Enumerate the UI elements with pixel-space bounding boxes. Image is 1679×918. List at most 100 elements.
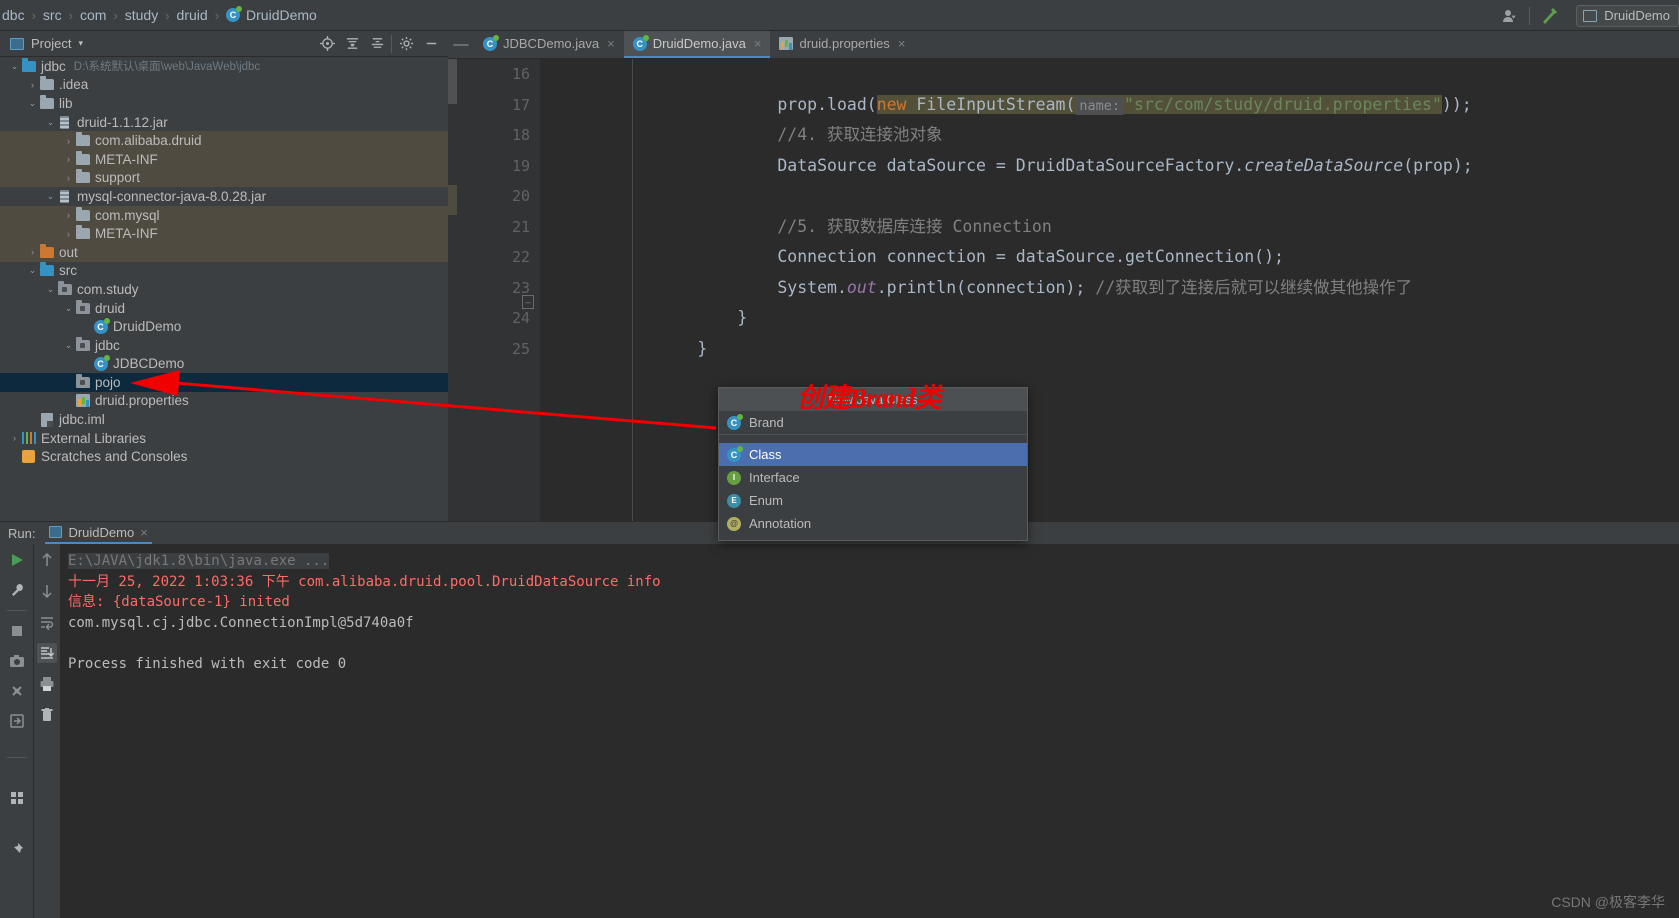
thread-dump-icon[interactable] bbox=[7, 681, 27, 701]
trash-icon[interactable] bbox=[37, 705, 57, 725]
breadcrumb-item-1[interactable]: src bbox=[36, 7, 69, 23]
tree-node-jdbc[interactable]: ⌄ jdbc bbox=[0, 336, 448, 355]
tree-node-com-alibaba-druid[interactable]: › com.alibaba.druid bbox=[0, 131, 448, 150]
tree-node-label: druid bbox=[95, 300, 126, 316]
chevron-icon[interactable]: › bbox=[26, 80, 39, 90]
tree-node-druid[interactable]: ⌄ druid bbox=[0, 299, 448, 318]
build-hammer-icon[interactable] bbox=[1530, 0, 1568, 31]
tab-jdbcdemo[interactable]: C JDBCDemo.java × bbox=[474, 31, 624, 58]
tree-node-druid-properties[interactable]: druid.properties bbox=[0, 392, 448, 411]
chevron-icon[interactable]: › bbox=[62, 229, 75, 239]
print-icon[interactable] bbox=[37, 674, 57, 694]
collapse-all-icon[interactable] bbox=[366, 33, 388, 55]
pin-icon[interactable] bbox=[7, 840, 27, 860]
breadcrumb-item-0[interactable]: dbc bbox=[0, 7, 32, 23]
chevron-icon[interactable]: › bbox=[62, 210, 75, 220]
rerun-icon[interactable] bbox=[7, 550, 27, 570]
code-fold-marker[interactable]: – bbox=[522, 295, 534, 309]
tree-node-druid-1-1-12-jar[interactable]: ⌄ druid-1.1.12.jar bbox=[0, 113, 448, 132]
close-icon[interactable]: × bbox=[754, 36, 762, 51]
run-tab-druiddemo[interactable]: DruidDemo × bbox=[45, 522, 152, 544]
properties-icon bbox=[75, 393, 90, 408]
tree-node-mysql-connector-java-8-0-28-jar[interactable]: ⌄ mysql-connector-java-8.0.28.jar bbox=[0, 187, 448, 206]
locate-icon[interactable] bbox=[316, 33, 338, 55]
tree-node-com-mysql[interactable]: › com.mysql bbox=[0, 205, 448, 225]
tree-node-external-libraries[interactable]: › External Libraries bbox=[0, 429, 448, 448]
code-line-16: prop.load(new FileInputStream(name: "src/… bbox=[548, 59, 1679, 115]
tree-node-com-study[interactable]: ⌄ com.study bbox=[0, 280, 448, 299]
tree-node-pojo[interactable]: pojo bbox=[0, 373, 448, 392]
down-arrow-icon[interactable] bbox=[37, 581, 57, 601]
scroll-to-end-icon[interactable] bbox=[37, 643, 57, 663]
close-icon[interactable]: × bbox=[898, 36, 906, 51]
chevron-icon[interactable]: › bbox=[8, 433, 21, 443]
tree-node-jdbc[interactable]: ⌄ jdbc D:\系统默认\桌面\web\JavaWeb\jdbc bbox=[0, 57, 448, 76]
chevron-down-icon[interactable]: ▾ bbox=[78, 38, 83, 49]
tree-node-label: JDBCDemo bbox=[113, 356, 185, 372]
chevron-icon[interactable]: ⌄ bbox=[62, 340, 75, 351]
tree-node-meta-inf[interactable]: › META-INF bbox=[0, 224, 448, 243]
chevron-icon[interactable]: ⌄ bbox=[44, 191, 57, 202]
close-icon[interactable]: × bbox=[140, 525, 148, 540]
tree-node-jdbc-iml[interactable]: jdbc.iml bbox=[0, 410, 448, 429]
expand-all-icon[interactable] bbox=[341, 33, 363, 55]
chevron-icon[interactable]: ⌄ bbox=[44, 284, 57, 295]
breadcrumb-item-2[interactable]: com bbox=[73, 7, 113, 23]
tab-druiddemo[interactable]: C DruidDemo.java × bbox=[623, 31, 771, 58]
breadcrumb-item-4[interactable]: druid bbox=[170, 7, 215, 23]
chevron-icon[interactable]: ⌄ bbox=[8, 61, 21, 72]
breadcrumb-item-file[interactable]: C DruidDemo bbox=[219, 6, 324, 23]
tree-node-jdbcdemo[interactable]: C JDBCDemo bbox=[0, 354, 448, 374]
stop-icon[interactable] bbox=[7, 621, 27, 641]
tree-node-lib[interactable]: ⌄ lib bbox=[0, 94, 448, 113]
project-tree[interactable]: ⌄ jdbc D:\系统默认\桌面\web\JavaWeb\jdbc › .idea ⌄ l… bbox=[0, 57, 448, 521]
ide-window: dbc › src › com › study › druid › C Drui… bbox=[0, 0, 1679, 918]
popup-item-annotation[interactable]: @ Annotation bbox=[719, 512, 1027, 535]
tree-node-support[interactable]: › support bbox=[0, 168, 448, 188]
breadcrumb-item-3[interactable]: study bbox=[118, 7, 165, 23]
tree-node--idea[interactable]: › .idea bbox=[0, 76, 448, 95]
run-configuration-selector[interactable]: DruidDemo bbox=[1576, 4, 1679, 27]
tree-node-druiddemo[interactable]: C DruidDemo bbox=[0, 317, 448, 336]
code-area[interactable]: 16 17 18 19 20 21 22 23 24 25 – prop.loa… bbox=[448, 59, 1679, 521]
close-icon[interactable]: × bbox=[607, 36, 615, 51]
properties-icon bbox=[779, 37, 794, 50]
up-arrow-icon[interactable] bbox=[37, 550, 57, 570]
exit-icon[interactable] bbox=[7, 711, 27, 731]
chevron-icon[interactable]: ⌄ bbox=[44, 117, 57, 128]
tree-node-meta-inf[interactable]: › META-INF bbox=[0, 149, 448, 169]
tree-node-src[interactable]: ⌄ src bbox=[0, 262, 448, 281]
wrench-icon[interactable] bbox=[7, 580, 27, 600]
java-annotation-icon: @ bbox=[727, 516, 741, 531]
chevron-icon[interactable]: › bbox=[26, 247, 39, 257]
source-folder-icon bbox=[39, 262, 54, 278]
camera-icon[interactable] bbox=[7, 651, 27, 671]
chevron-icon[interactable]: ⌄ bbox=[62, 303, 75, 314]
tree-node-out[interactable]: › out bbox=[0, 242, 448, 262]
chevron-icon[interactable]: › bbox=[62, 136, 75, 146]
minimize-icon[interactable] bbox=[420, 33, 442, 55]
tree-node-label: External Libraries bbox=[41, 430, 147, 446]
tree-node-label: Scratches and Consoles bbox=[41, 449, 188, 465]
folder-icon bbox=[75, 150, 90, 167]
chevron-icon[interactable]: › bbox=[62, 154, 75, 164]
popup-item-class[interactable]: C Class bbox=[719, 443, 1027, 466]
tab-druidproperties[interactable]: druid.properties × bbox=[770, 31, 914, 58]
chevron-icon[interactable]: ⌄ bbox=[26, 265, 39, 276]
chevron-icon[interactable]: ⌄ bbox=[26, 98, 39, 109]
java-class-icon: C bbox=[727, 445, 743, 462]
breadcrumb-file-label: DruidDemo bbox=[246, 7, 317, 23]
chevron-icon[interactable]: › bbox=[62, 173, 75, 183]
java-enum-icon: E bbox=[727, 493, 741, 508]
gear-icon[interactable] bbox=[395, 33, 417, 55]
popup-item-enum[interactable]: E Enum bbox=[719, 489, 1027, 512]
code-token: Connection connection = dataSource.getCo… bbox=[777, 247, 1284, 266]
code-text[interactable]: prop.load(new FileInputStream(name: "src/… bbox=[540, 59, 1679, 521]
hide-tabs-icon[interactable]: — bbox=[448, 31, 474, 58]
popup-item-interface[interactable]: I Interface bbox=[719, 466, 1027, 489]
tree-node-scratches-and-consoles[interactable]: Scratches and Consoles bbox=[0, 447, 448, 466]
console-output[interactable]: E:\JAVA\jdk1.8\bin\java.exe ... 十一月 25, … bbox=[60, 544, 1679, 918]
people-icon[interactable] bbox=[1493, 0, 1529, 31]
soft-wrap-icon[interactable] bbox=[37, 612, 57, 632]
structure-icon[interactable] bbox=[7, 788, 27, 808]
